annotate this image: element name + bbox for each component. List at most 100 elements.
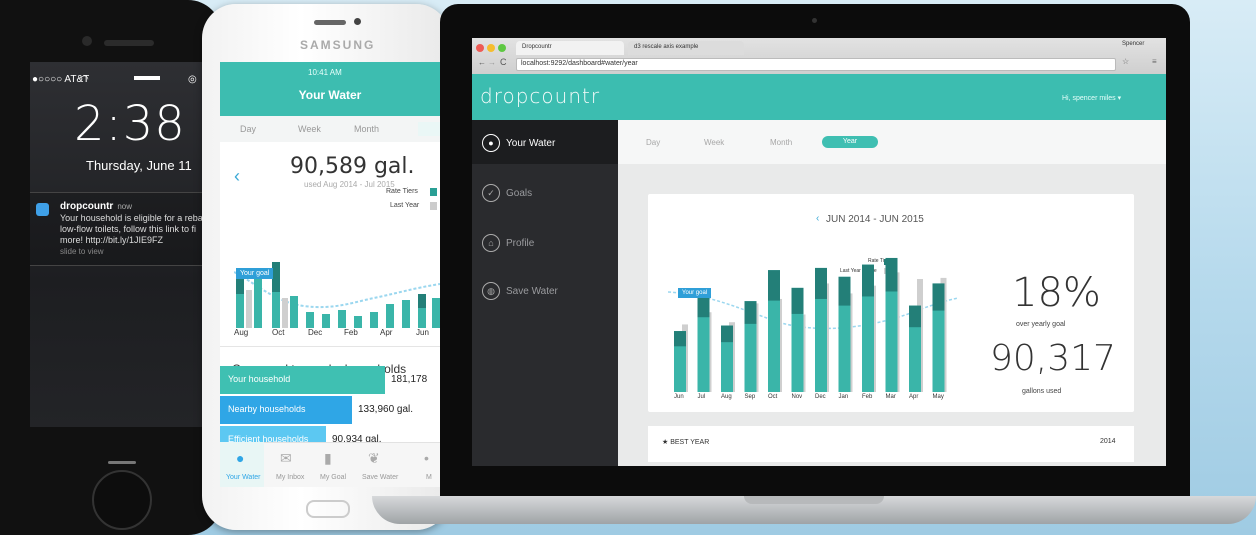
- bar-tier-oct: [768, 270, 780, 301]
- leaf-icon[interactable]: ❦: [368, 450, 380, 467]
- chevron-left-icon[interactable]: ‹: [234, 166, 240, 187]
- nav-more[interactable]: M: [426, 474, 432, 481]
- gallons-caption: gallons used: [1022, 388, 1062, 395]
- sidebar-item-goals[interactable]: Goals: [506, 188, 532, 199]
- webcam: [812, 18, 817, 23]
- address-bar[interactable]: localhost:9292/dashboard#water/year: [516, 58, 1116, 71]
- bar: [254, 278, 262, 328]
- month-label: Jun: [416, 328, 429, 337]
- browser-tab-dropcountr[interactable]: Dropcountr: [516, 41, 624, 55]
- sidebar-item-your-water[interactable]: Your Water: [506, 138, 555, 149]
- bar: [432, 298, 440, 328]
- your-goal-marker: Your goal: [678, 288, 712, 298]
- brand-logo: SAMSUNG: [300, 38, 376, 52]
- best-year-value: 2014: [1100, 438, 1116, 445]
- bar: [290, 296, 298, 328]
- bar: [370, 312, 378, 328]
- globe-icon: ◍: [482, 282, 500, 300]
- reload-icon[interactable]: C: [500, 57, 507, 67]
- water-drop-icon[interactable]: ●: [236, 450, 244, 466]
- notification-age: now: [117, 202, 133, 211]
- sidebar-item-profile[interactable]: Profile: [506, 238, 534, 249]
- sidebar-item-save-water[interactable]: Save Water: [506, 286, 558, 297]
- total-gallons: 90,589 gal.: [290, 154, 415, 179]
- bar: [338, 310, 346, 328]
- month-label-sep: Sep: [744, 394, 756, 400]
- samsung-usage-chart: [234, 262, 440, 328]
- app-icon: [36, 203, 49, 216]
- your-goal-marker: Your goal: [236, 268, 274, 279]
- iphone-device: ●○○○○ AT&T ◠ ◎ 2:38 Thursday, June 11 dr…: [0, 0, 222, 535]
- chart-bars: [674, 257, 947, 392]
- notification-app: dropcountr: [60, 201, 114, 212]
- nav-my-goal[interactable]: My Goal: [320, 474, 346, 481]
- forward-arrow-icon[interactable]: →: [488, 58, 496, 67]
- legend-rate-tiers: Rate Tiers: [386, 188, 418, 195]
- laptop-notch: [744, 496, 884, 504]
- back-arrow-icon[interactable]: ←: [478, 58, 486, 67]
- bookmark-star-icon[interactable]: ☆: [1122, 57, 1129, 66]
- menu-icon[interactable]: ≡: [1152, 57, 1157, 66]
- minimize-window-icon[interactable]: [487, 44, 495, 52]
- bar: [354, 316, 362, 328]
- month-label-jan: Jan: [838, 394, 849, 400]
- tab-year[interactable]: Year: [822, 136, 878, 148]
- usage-range: used Aug 2014 - Jul 2015: [304, 180, 395, 189]
- lock-date: Thursday, June 11: [86, 158, 192, 173]
- tab-year[interactable]: [418, 122, 440, 136]
- compare-label: Your household: [228, 374, 291, 384]
- bar-tier-dec: [815, 267, 827, 299]
- user-menu[interactable]: Hi, spencer miles ▾: [1062, 94, 1121, 102]
- period-tabs: [618, 120, 1166, 164]
- notification-line: Your household is eligible for a reba: [60, 213, 203, 223]
- month-label: Dec: [308, 328, 323, 337]
- bar: [386, 304, 394, 328]
- tab-month[interactable]: Month: [354, 124, 379, 134]
- check-icon: ✓: [482, 184, 500, 202]
- inbox-icon[interactable]: ✉: [280, 450, 292, 467]
- tab-month[interactable]: Month: [770, 138, 792, 147]
- bar-tier-feb: [862, 264, 874, 297]
- percent-over-goal: 18%: [1012, 270, 1101, 316]
- tab-day[interactable]: Day: [240, 124, 256, 134]
- more-icon[interactable]: •: [424, 450, 429, 466]
- best-year-card[interactable]: [648, 426, 1134, 462]
- earpiece-speaker: [314, 20, 346, 25]
- usage-bar-chart: [668, 257, 958, 392]
- browser-user-chip[interactable]: Spencer: [1122, 41, 1144, 47]
- bar-tier-nov: [791, 287, 804, 314]
- maximize-window-icon[interactable]: [498, 44, 506, 52]
- tab-day[interactable]: Day: [646, 138, 660, 147]
- bar-chart-icon[interactable]: ▮: [324, 450, 332, 467]
- month-label-mar: Mar: [885, 394, 896, 400]
- bar: [306, 312, 314, 328]
- tab-week[interactable]: Week: [704, 138, 724, 147]
- month-label: Aug: [234, 328, 249, 337]
- app-title: Your Water: [298, 88, 362, 102]
- home-icon: ⌂: [482, 234, 500, 252]
- nav-my-inbox[interactable]: My Inbox: [276, 474, 304, 481]
- month-label-nov: Nov: [791, 394, 803, 400]
- earpiece-speaker: [104, 40, 154, 46]
- month-label-oct: Oct: [768, 394, 778, 400]
- divider: [220, 346, 440, 347]
- home-button[interactable]: [306, 500, 350, 518]
- close-window-icon[interactable]: [476, 44, 484, 52]
- month-label-feb: Feb: [862, 394, 873, 400]
- water-drop-icon: ●: [482, 134, 500, 152]
- tab-week[interactable]: Week: [298, 124, 321, 134]
- month-label-may: May: [932, 394, 944, 400]
- control-center-handle[interactable]: [108, 461, 136, 464]
- notification-app-name: dropcountr now: [60, 201, 132, 212]
- month-label-aug: Aug: [721, 394, 732, 400]
- home-button[interactable]: [92, 470, 152, 530]
- app-logo[interactable]: dropcountr: [480, 84, 600, 108]
- chevron-left-icon[interactable]: ‹: [816, 213, 819, 224]
- browser-tab-d3[interactable]: d3 rescale axis example: [628, 41, 744, 55]
- month-label: Apr: [380, 328, 393, 337]
- nav-save-water[interactable]: Save Water: [362, 474, 398, 481]
- month-label-dec: Dec: [815, 394, 826, 400]
- month-label-jul: Jul: [697, 394, 706, 400]
- nav-your-water[interactable]: Your Water: [226, 474, 261, 481]
- compare-label: Nearby households: [228, 404, 306, 414]
